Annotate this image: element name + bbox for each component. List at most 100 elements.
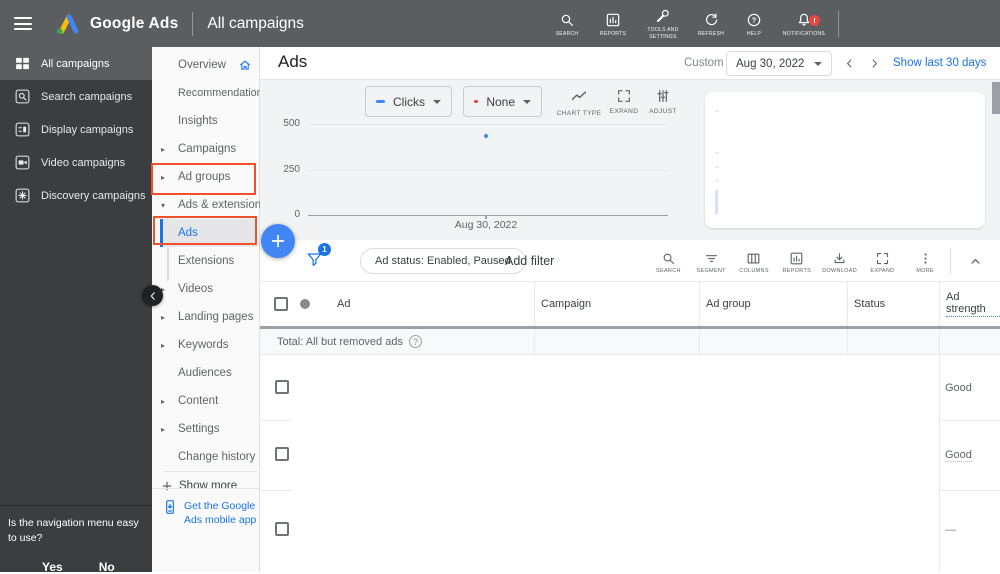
ad-strength-value: Good xyxy=(945,449,972,462)
table-body: Good Good — xyxy=(260,355,1000,572)
chevron-right-icon: ▸ xyxy=(161,340,166,350)
summary-card xyxy=(705,92,985,228)
collapse-chart-button[interactable] xyxy=(961,247,989,275)
expand-table-button[interactable]: EXPAND xyxy=(861,244,904,280)
total-row: Total: All but removed ads ? xyxy=(260,329,1000,355)
topbar-actions: SEARCH REPORTS TOOLS AND SETTINGS REFRES… xyxy=(545,0,839,47)
x-axis-line xyxy=(308,215,668,216)
primary-metric-selector[interactable]: Clicks xyxy=(365,86,452,117)
caret-down-icon xyxy=(433,99,441,104)
date-range-mode: Custom xyxy=(684,57,724,69)
line-chart-icon xyxy=(570,88,588,106)
main-menu-icon[interactable] xyxy=(14,17,32,30)
survey-panel: Is the navigation menu easy to use? Yes … xyxy=(0,505,152,574)
caret-down-icon xyxy=(814,61,822,66)
sidebar-item-display-campaigns[interactable]: Display campaigns xyxy=(0,113,152,146)
sidebar-item-search-campaigns[interactable]: Search campaigns xyxy=(0,80,152,113)
table-row[interactable]: — xyxy=(260,490,1000,572)
chevron-left-icon xyxy=(147,290,159,302)
table-reports-button[interactable]: REPORTS xyxy=(775,244,818,280)
clicks-data-point xyxy=(484,134,488,138)
nav-item-insights[interactable]: Insights xyxy=(152,107,259,135)
chevron-up-icon xyxy=(968,254,983,269)
topbar-divider xyxy=(838,10,839,37)
table-row[interactable]: Good xyxy=(260,420,1000,490)
y-axis-tick-500: 500 xyxy=(283,118,300,129)
nav-item-ads[interactable]: Ads xyxy=(160,219,257,247)
next-date-button[interactable] xyxy=(863,52,885,74)
previous-date-button[interactable] xyxy=(838,52,860,74)
search-button[interactable]: SEARCH xyxy=(545,10,589,38)
mobile-app-link[interactable]: Get the Google Ads mobile app xyxy=(152,488,259,527)
column-header-campaign[interactable]: Campaign xyxy=(534,282,699,326)
sidebar-item-video-campaigns[interactable]: Video campaigns xyxy=(0,146,152,179)
add-filter-button[interactable]: Add filter xyxy=(505,240,554,282)
column-header-ad[interactable]: Ad xyxy=(337,298,350,310)
row-checkbox[interactable] xyxy=(275,380,289,394)
chevron-down-icon: ▾ xyxy=(161,200,166,210)
google-ads-logo-icon xyxy=(56,13,79,34)
notification-badge: ! xyxy=(809,14,820,26)
reports-button[interactable]: REPORTS xyxy=(589,10,637,38)
phone-icon xyxy=(162,499,178,515)
notifications-button[interactable]: NOTIFICATIONS ! xyxy=(775,10,833,38)
table-row[interactable]: Good xyxy=(260,355,1000,420)
table-header-row: Ad Campaign Ad group Status Ad strength xyxy=(260,282,1000,326)
show-last-30-days-link[interactable]: Show last 30 days xyxy=(893,57,986,69)
caret-down-icon xyxy=(523,99,531,104)
help-icon[interactable]: ? xyxy=(408,335,422,348)
secondary-metric-selector[interactable]: None xyxy=(463,86,542,117)
row-checkbox[interactable] xyxy=(275,447,289,461)
topbar-divider xyxy=(192,11,194,36)
row-checkbox[interactable] xyxy=(275,522,289,536)
adjust-chart-button[interactable]: ADJUST xyxy=(640,88,686,115)
chart-type-button[interactable]: CHART TYPE xyxy=(556,88,602,117)
y-axis-tick-0: 0 xyxy=(294,209,300,220)
chevron-right-icon: ▸ xyxy=(161,312,166,322)
select-all-checkbox[interactable] xyxy=(274,297,288,311)
nav-item-ad-groups[interactable]: ▸ Ad groups xyxy=(152,163,259,191)
plus-icon xyxy=(268,231,288,251)
segment-button[interactable]: SEGMENT xyxy=(690,244,733,280)
nav-item-content[interactable]: ▸ Content xyxy=(152,387,259,415)
chevron-right-icon: ▸ xyxy=(161,172,166,182)
more-button[interactable]: MORE xyxy=(904,244,947,280)
sliders-icon xyxy=(655,88,671,104)
nav-item-recommendations[interactable]: Recommendations xyxy=(152,79,268,107)
nav-item-change-history[interactable]: Change history xyxy=(152,443,259,471)
refresh-button[interactable]: REFRESH xyxy=(689,10,733,38)
sidebar-item-all-campaigns[interactable]: All campaigns xyxy=(0,47,152,80)
expand-icon xyxy=(616,88,632,104)
sidebar-item-discovery-campaigns[interactable]: Discovery campaigns xyxy=(0,179,152,212)
ad-status-filter-chip[interactable]: Ad status: Enabled, Paused xyxy=(360,248,526,274)
campaign-sidebar: All campaigns Search campaigns Display c… xyxy=(0,47,152,574)
ads-table: Ad Campaign Ad group Status Ad strength … xyxy=(260,282,1000,572)
table-search-button[interactable]: SEARCH xyxy=(647,244,690,280)
table-tools: SEARCH SEGMENT COLUMNS REPORTS DOWNLOAD … xyxy=(647,244,947,280)
account-context-label: All campaigns xyxy=(207,14,304,32)
help-button[interactable]: HELP xyxy=(733,10,775,38)
nav-item-landing-pages[interactable]: ▸ Landing pages xyxy=(152,303,259,331)
main-content: Ads Custom Aug 30, 2022 Show last 30 day… xyxy=(260,47,1000,572)
topbar: Google Ads All campaigns SEARCH REPORTS … xyxy=(0,0,1000,47)
nav-item-ads-extensions[interactable]: ▾ Ads & extensions xyxy=(152,191,267,219)
download-button[interactable]: DOWNLOAD xyxy=(818,244,861,280)
page-navigation: Overview Recommendations Insights ▸ Campa… xyxy=(152,47,268,572)
series-color-swatch xyxy=(474,99,479,104)
nav-item-overview[interactable]: Overview xyxy=(152,51,259,79)
date-range-selector[interactable]: Aug 30, 2022 xyxy=(726,51,832,76)
columns-button[interactable]: COLUMNS xyxy=(733,244,776,280)
nav-item-keywords[interactable]: ▸ Keywords xyxy=(152,331,259,359)
tools-and-settings-button[interactable]: TOOLS AND SETTINGS xyxy=(637,6,689,41)
collapse-nav-button[interactable] xyxy=(142,285,163,306)
nav-item-settings[interactable]: ▸ Settings xyxy=(152,415,259,443)
column-header-status[interactable]: Status xyxy=(847,282,939,326)
create-ad-button[interactable] xyxy=(261,224,295,258)
filter-toolbar: 1 Ad status: Enabled, Paused Add filter … xyxy=(260,240,1000,282)
vertical-scrollbar[interactable] xyxy=(992,82,1000,114)
column-header-ad-group[interactable]: Ad group xyxy=(699,282,847,326)
nav-item-campaigns[interactable]: ▸ Campaigns xyxy=(152,135,259,163)
performance-chart-section: Clicks None CHART TYPE EXPAND ADJUST 500… xyxy=(260,80,1000,240)
nav-item-audiences[interactable]: Audiences xyxy=(152,359,259,387)
column-header-ad-strength[interactable]: Ad strength xyxy=(939,282,1000,326)
